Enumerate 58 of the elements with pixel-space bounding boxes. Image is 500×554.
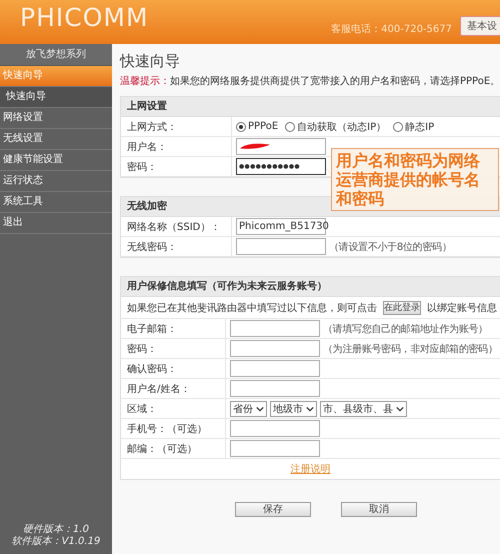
sidebar-item[interactable]: 运行状态 <box>0 171 112 192</box>
sidebar-subitem[interactable]: 快速向导 <box>0 87 112 108</box>
input-field[interactable] <box>230 340 320 357</box>
sidebar-item[interactable]: 健康节能设置 <box>0 150 112 171</box>
login-text: 如果您已在其他斐讯路由器中填写过以下信息，则可点击 <box>127 302 377 314</box>
input-field[interactable] <box>230 380 320 397</box>
field-label: 邮编：（可选） <box>127 442 197 456</box>
section-title: 上网设置 <box>121 97 500 117</box>
action-button[interactable]: 保存 <box>235 502 311 517</box>
field-note: （请填写您自己的邮箱地址作为账号） <box>323 322 488 336</box>
redaction-scribble <box>238 141 272 152</box>
sidebar-title: 放飞梦想系列 <box>0 44 112 66</box>
field-label: 上网方式： <box>127 120 177 134</box>
section-title: 用户保修信息填写（可作为未来云服务账号） <box>121 277 500 297</box>
sidebar-item[interactable]: 无线设置 <box>0 129 112 150</box>
action-button[interactable]: 取消 <box>341 502 417 517</box>
logo: PHICOMM <box>20 2 149 32</box>
wireless-key-field[interactable] <box>236 238 326 255</box>
hint-text: 如果您的网络服务提供商提供了宽带接入的用户名和密码，请选择PPPoE。 <box>170 76 500 87</box>
sidebar-item[interactable]: 退出 <box>0 213 112 234</box>
field-label: 电子邮箱： <box>127 322 177 336</box>
chevron-down-icon <box>306 406 314 412</box>
field-label: 用户名： <box>127 140 167 154</box>
version-text: 软件版本：V1.0.19 <box>10 536 102 548</box>
input-field[interactable] <box>230 320 320 337</box>
radio-option[interactable]: 静态IP <box>393 120 434 134</box>
field-label: 手机号：（可选） <box>127 422 207 436</box>
ssid-field[interactable]: Phicomm_B51730 <box>236 218 326 235</box>
field-note: （为注册账号密码，非对应邮箱的密码） <box>323 342 498 356</box>
input-field[interactable] <box>230 440 320 457</box>
field-label: 用户名/姓名： <box>127 382 190 396</box>
chevron-down-icon <box>256 406 264 412</box>
field-label: 确认密码： <box>127 362 177 376</box>
field-label: 密码： <box>127 342 157 356</box>
field-note: （请设置不小于8位的密码） <box>329 240 452 254</box>
hotline-text: 客服电话：400-720-5677 <box>331 22 452 36</box>
sidebar-item[interactable]: 系统工具 <box>0 192 112 213</box>
dropdown[interactable]: 地级市 <box>270 400 317 416</box>
input-field[interactable] <box>230 360 320 377</box>
field-label: 网络名称（SSID）： <box>127 220 220 234</box>
dropdown[interactable]: 市、县级市、县 <box>320 400 407 416</box>
radio-option[interactable]: PPPoE <box>236 121 278 132</box>
input-field[interactable] <box>230 420 320 437</box>
field-label: 密码： <box>127 160 157 174</box>
top-button[interactable]: 基本设 <box>460 16 500 36</box>
callout-box: 用户名和密码为网络运营商提供的帐号名和密码 <box>331 148 499 211</box>
version-text: 硬件版本：1.0 <box>22 524 90 536</box>
dropdown[interactable]: 省份 <box>230 400 267 416</box>
field-label: 无线密码： <box>127 240 177 254</box>
page-title: 快速向导 <box>120 52 181 72</box>
chevron-down-icon <box>396 406 404 412</box>
login-after-text: 以绑定账号信息 <box>427 302 497 314</box>
username-field[interactable] <box>236 138 326 155</box>
radio-option[interactable]: 自动获取（动态IP） <box>285 120 386 134</box>
hint-label: 温馨提示： <box>120 76 170 87</box>
login-button[interactable]: 在此登录 <box>383 300 421 314</box>
sidebar-item[interactable]: 网络设置 <box>0 108 112 129</box>
field-label: 区域： <box>127 402 157 416</box>
